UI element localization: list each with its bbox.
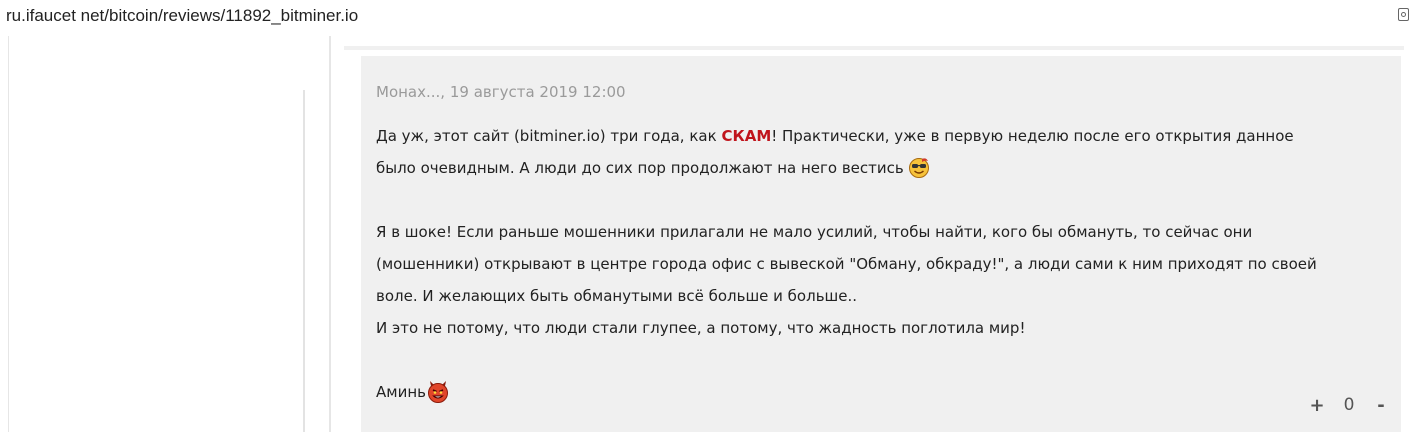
comment-line: воле. И желающих быть обманутыми всё бол… [376,280,1386,312]
comment-text: было очевидным. А люди до сих пор продол… [376,159,904,177]
comment-line: И это не потому, что люди стали глупее, … [376,312,1386,344]
content-top-border [344,46,1404,50]
comment-body: Да уж, этот сайт (bitminer.io) три года,… [376,120,1386,408]
comment-line: Я в шоке! Если раньше мошенники прилагал… [376,216,1386,248]
upvote-button[interactable]: + [1302,395,1332,416]
left-sidebar [0,36,330,432]
comment-text: Аминь [376,383,426,401]
address-bar[interactable]: ru.ifaucet net/bitcoin/reviews/11892_bit… [0,0,1411,36]
comment-line: Аминь [376,376,1386,408]
scam-highlight: СКАМ [721,127,772,145]
comment-author-date: Монах..., 19 августа 2019 12:00 [376,83,626,101]
url-text[interactable]: ru.ifaucet net/bitcoin/reviews/11892_bit… [6,6,358,26]
comment-text: (мошенники) открывают в центре города оф… [376,255,1317,273]
sunglasses-smiley-icon [908,156,930,178]
downvote-button[interactable]: - [1366,395,1396,416]
vote-count: 0 [1343,395,1355,415]
comment-text: И это не потому, что люди стали глупее, … [376,319,1026,337]
comment-line: (мошенники) открывают в центре города оф… [376,248,1386,280]
comment-line: было очевидным. А люди до сих пор продол… [376,152,1386,184]
page: ru.ifaucet net/bitcoin/reviews/11892_bit… [0,0,1411,432]
comment-text: Я в шоке! Если раньше мошенники прилагал… [376,223,1253,241]
page-settings-icon[interactable] [1398,8,1409,21]
devil-smiley-icon [426,380,448,403]
vote-controls: + 0 - [1302,392,1396,418]
left-border [8,36,9,432]
comment-text: воле. И желающих быть обманутыми всё бол… [376,287,858,305]
sidebar-divider [303,90,305,432]
comment-text: ! Практически, уже в первую неделю после… [771,127,1294,145]
comment-line: Да уж, этот сайт (bitminer.io) три года,… [376,120,1386,152]
main-divider [329,36,331,432]
comment-text: Да уж, этот сайт (bitminer.io) три года,… [376,127,722,145]
